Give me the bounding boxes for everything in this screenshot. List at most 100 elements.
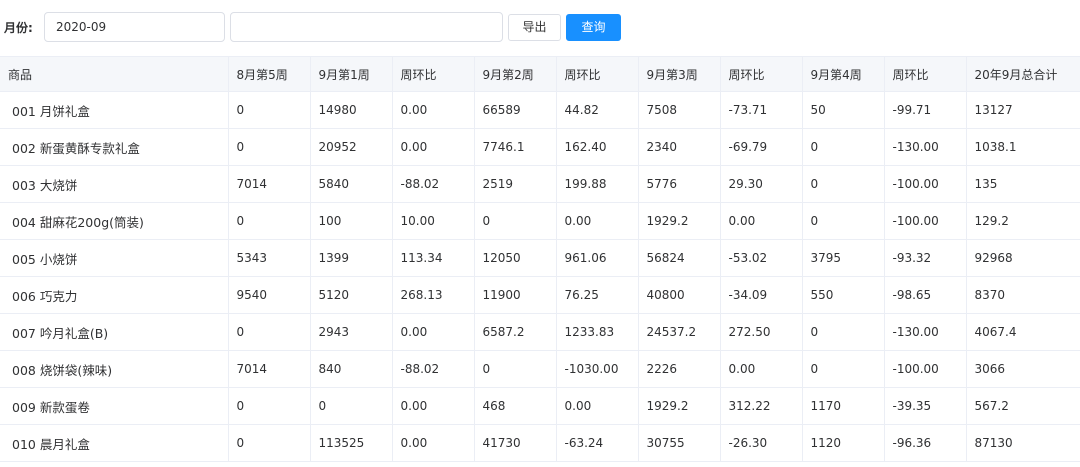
table-cell: -100.00: [883, 202, 967, 240]
table-cell: 840: [309, 350, 393, 388]
table-cell: -99.71: [883, 91, 967, 129]
product-name-cell: 003 大烧饼: [0, 165, 229, 203]
table-cell: 0: [801, 128, 885, 166]
table-cell: 0: [801, 313, 885, 351]
table-cell: 56824: [637, 239, 721, 277]
table-cell: 2519: [473, 165, 557, 203]
product-name-cell: 004 甜麻花200g(筒装): [0, 202, 229, 240]
table-row[interactable]: 002 新蛋黄酥专款礼盒 0 20952 0.00 7746.1 162.40 2340 -6…: [0, 128, 1080, 166]
month-picker-input[interactable]: 2020-09: [44, 12, 225, 42]
table-cell: -93.32: [883, 239, 967, 277]
table-cell: 12050: [473, 239, 557, 277]
table-row[interactable]: 008 烧饼袋(辣味) 7014 840 -88.02 0 -1030.00 2226 0.0…: [0, 350, 1080, 388]
table-cell: 41730: [473, 424, 557, 462]
table-cell: 20952: [309, 128, 393, 166]
table-cell: 7014: [227, 165, 311, 203]
table-cell: -73.71: [719, 91, 803, 129]
table-cell: 100: [309, 202, 393, 240]
table-header-row: 商品 8月第5周 9月第1周 周环比 9月第2周 周环比 9月第3周 周环比 9月第4周 周环比 2…: [0, 56, 1080, 92]
table-cell: 0: [227, 424, 311, 462]
table-cell: 3066: [965, 350, 1080, 388]
table-row[interactable]: 001 月饼礼盒 0 14980 0.00 66589 44.82 7508 -73.71 50…: [0, 91, 1080, 129]
table-cell: 5776: [637, 165, 721, 203]
table-cell: -130.00: [883, 313, 967, 351]
table-cell: 162.40: [555, 128, 639, 166]
table-cell: 113525: [309, 424, 393, 462]
table-cell: 0.00: [719, 350, 803, 388]
table-row[interactable]: 004 甜麻花200g(筒装) 0 100 10.00 0 0.00 1929.2 0.00 0…: [0, 202, 1080, 240]
table-row[interactable]: 006 巧克力 9540 5120 268.13 11900 76.25 40800 -34.…: [0, 276, 1080, 314]
table-cell: 468: [473, 387, 557, 425]
product-name-cell: 009 新款蛋卷: [0, 387, 229, 425]
table-cell: -39.35: [883, 387, 967, 425]
table-cell: 0: [801, 350, 885, 388]
table-cell: 5343: [227, 239, 311, 277]
month-label: 月份:: [4, 21, 33, 35]
table-cell: 0.00: [391, 128, 475, 166]
column-header: 商品: [0, 56, 229, 92]
table-cell: 0: [227, 387, 311, 425]
column-header: 9月第1周: [309, 56, 393, 92]
table-cell: 0.00: [391, 313, 475, 351]
table-cell: 0: [227, 313, 311, 351]
table-cell: -100.00: [883, 165, 967, 203]
export-button[interactable]: 导出: [508, 14, 561, 41]
table-cell: -53.02: [719, 239, 803, 277]
table-cell: 268.13: [391, 276, 475, 314]
table-row[interactable]: 007 吟月礼盒(B) 0 2943 0.00 6587.2 1233.83 24537.2…: [0, 313, 1080, 351]
table-cell: 2340: [637, 128, 721, 166]
table-cell: -69.79: [719, 128, 803, 166]
table-cell: 3795: [801, 239, 885, 277]
search-input[interactable]: [230, 12, 503, 42]
table-cell: 29.30: [719, 165, 803, 203]
column-header: 9月第3周: [637, 56, 721, 92]
table-row[interactable]: 010 晨月礼盒 0 113525 0.00 41730 -63.24 30755 -26.3…: [0, 424, 1080, 462]
table-cell: 5840: [309, 165, 393, 203]
table-row[interactable]: 003 大烧饼 7014 5840 -88.02 2519 199.88 5776 29.30…: [0, 165, 1080, 203]
table-cell: 961.06: [555, 239, 639, 277]
column-header: 周环比: [719, 56, 803, 92]
table-cell: 24537.2: [637, 313, 721, 351]
table-cell: 567.2: [965, 387, 1080, 425]
table-cell: 14980: [309, 91, 393, 129]
table-cell: 2943: [309, 313, 393, 351]
table-cell: 199.88: [555, 165, 639, 203]
table-cell: 9540: [227, 276, 311, 314]
query-button[interactable]: 查询: [566, 14, 621, 41]
table-cell: 0: [473, 350, 557, 388]
table-cell: 1170: [801, 387, 885, 425]
table-row[interactable]: 005 小烧饼 5343 1399 113.34 12050 961.06 56824 -53…: [0, 239, 1080, 277]
product-name-cell: 005 小烧饼: [0, 239, 229, 277]
table-cell: 135: [965, 165, 1080, 203]
table-cell: 76.25: [555, 276, 639, 314]
weekly-sales-table: 商品 8月第5周 9月第1周 周环比 9月第2周 周环比 9月第3周 周环比 9月第4周 周环比 2…: [0, 56, 1080, 462]
table-cell: 44.82: [555, 91, 639, 129]
table-cell: 0.00: [391, 91, 475, 129]
table-cell: 40800: [637, 276, 721, 314]
table-cell: 92968: [965, 239, 1080, 277]
table-cell: 5120: [309, 276, 393, 314]
table-row[interactable]: 009 新款蛋卷 0 0 0.00 468 0.00 1929.2 312.22 1170 -39…: [0, 387, 1080, 425]
table-cell: 2226: [637, 350, 721, 388]
product-name-cell: 001 月饼礼盒: [0, 91, 229, 129]
table-cell: 113.34: [391, 239, 475, 277]
table-cell: 0: [801, 165, 885, 203]
table-cell: 0: [473, 202, 557, 240]
product-name-cell: 002 新蛋黄酥专款礼盒: [0, 128, 229, 166]
column-header: 20年9月总合计: [965, 56, 1080, 92]
table-cell: 0.00: [391, 387, 475, 425]
table-cell: 272.50: [719, 313, 803, 351]
table-cell: 0: [309, 387, 393, 425]
table-cell: 10.00: [391, 202, 475, 240]
table-cell: -100.00: [883, 350, 967, 388]
table-cell: 0: [801, 202, 885, 240]
table-cell: 0.00: [555, 387, 639, 425]
table-body: 001 月饼礼盒 0 14980 0.00 66589 44.82 7508 -73.71 50…: [0, 91, 1080, 462]
table-cell: 50: [801, 91, 885, 129]
table-cell: 13127: [965, 91, 1080, 129]
table-cell: -130.00: [883, 128, 967, 166]
product-name-cell: 010 晨月礼盒: [0, 424, 229, 462]
table-cell: 0: [227, 91, 311, 129]
table-cell: 1233.83: [555, 313, 639, 351]
table-cell: 7014: [227, 350, 311, 388]
